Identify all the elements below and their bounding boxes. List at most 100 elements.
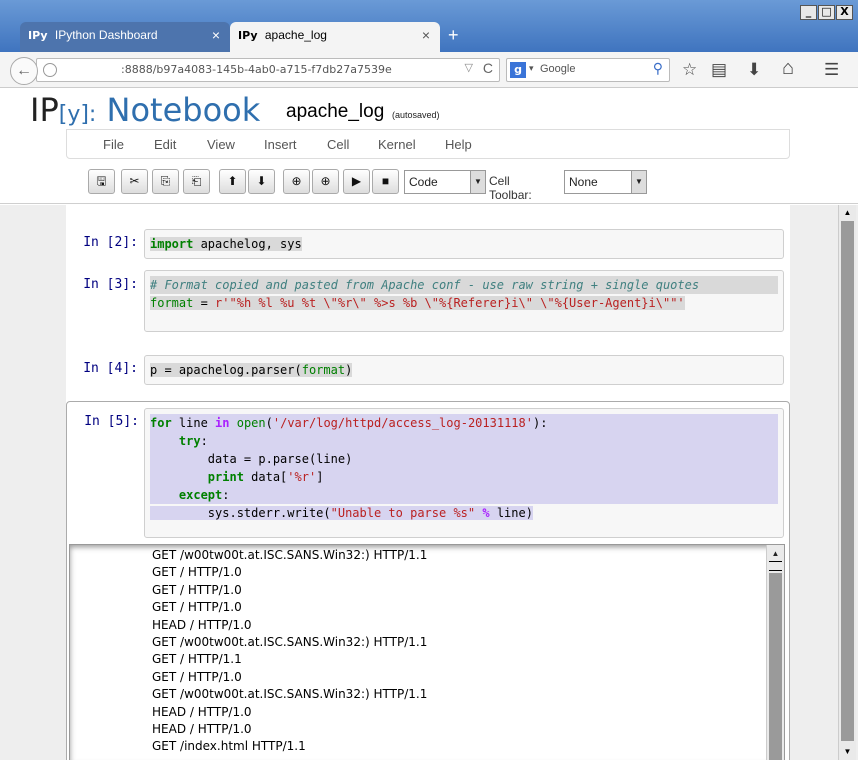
output-line: HEAD / HTTP/1.0: [152, 722, 252, 737]
code-cell[interactable]: In [2]: import apachelog, sys: [66, 215, 790, 259]
menu-insert[interactable]: Insert: [264, 137, 297, 152]
code-token: line: [171, 416, 216, 430]
close-tab-icon[interactable]: ×: [422, 22, 430, 48]
code-token: %: [482, 506, 490, 520]
new-tab-button[interactable]: +: [448, 22, 468, 48]
code-token: import: [150, 237, 194, 251]
ipython-favicon-icon: IPy: [238, 29, 258, 42]
search-icon[interactable]: ⚲: [653, 60, 663, 77]
code-token: (: [265, 416, 273, 430]
page-scrollbar[interactable]: ▲ ▼: [838, 205, 856, 760]
tab-apache-log[interactable]: IPy apache_log ×: [230, 22, 440, 52]
code-token: sys.stderr.write(: [207, 506, 331, 520]
logo-ip: IP: [30, 91, 59, 129]
bookmark-star-icon[interactable]: ☆: [682, 60, 697, 80]
url-text[interactable]: :8888/b97a4083-145b-4ab0-a715-f7db27a753…: [121, 63, 392, 76]
move-cell-up-button[interactable]: ⬆: [219, 169, 246, 194]
chevron-down-icon[interactable]: ▼: [470, 171, 485, 193]
output-line: GET / HTTP/1.0: [152, 565, 242, 580]
copy-button[interactable]: ⎘: [152, 169, 179, 194]
code-string: r'"%h %l %u %t \"%r\" %>s %b \"%{Referer…: [215, 296, 685, 310]
output-area[interactable]: GET /w00tw00t.at.ISC.SANS.Win32:) HTTP/1…: [69, 544, 785, 760]
search-input[interactable]: g ▾ Google ⚲: [506, 58, 670, 82]
page-scrollbar-thumb[interactable]: [841, 221, 854, 741]
insert-cell-below-button[interactable]: ⊕: [312, 169, 339, 194]
input-prompt: In [3]:: [83, 277, 138, 292]
code-token: ]: [316, 470, 324, 484]
code-comment: # Format copied and pasted from Apache c…: [150, 278, 700, 292]
input-prompt: In [2]:: [83, 235, 138, 250]
notebook-body: In [2]: import apachelog, sys In [3]: # …: [0, 205, 858, 760]
run-cell-button[interactable]: ▶: [343, 169, 370, 194]
selected-code-cell[interactable]: In [5]: for line in open('/var/log/httpd…: [66, 401, 790, 760]
code-input[interactable]: import apachelog, sys: [144, 229, 784, 259]
ipython-notebook-logo[interactable]: IP[y]: Notebook: [30, 91, 260, 129]
code-input[interactable]: # Format copied and pasted from Apache c…: [144, 270, 784, 332]
interrupt-kernel-button[interactable]: ■: [372, 169, 399, 194]
code-token: :: [200, 434, 208, 448]
save-button[interactable]: 🖫: [88, 169, 115, 194]
code-token: format: [301, 363, 346, 377]
url-bar[interactable]: :8888/b97a4083-145b-4ab0-a715-f7db27a753…: [36, 58, 500, 82]
google-icon[interactable]: g: [510, 62, 526, 78]
output-line: GET /w00tw00t.at.ISC.SANS.Win32:) HTTP/1…: [152, 548, 428, 562]
code-token: open: [236, 416, 266, 430]
scroll-up-icon[interactable]: ▲: [841, 206, 854, 220]
code-token: =: [193, 296, 216, 310]
code-cell[interactable]: In [4]: p = apachelog.parser(format): [66, 345, 790, 385]
paste-button[interactable]: ⎗: [183, 169, 210, 194]
cut-button[interactable]: ✂: [121, 169, 148, 194]
ipython-favicon-icon: IPy: [28, 29, 48, 42]
menu-kernel[interactable]: Kernel: [378, 137, 416, 152]
code-token: print: [207, 470, 244, 484]
output-line: GET /w00tw00t.at.ISC.SANS.Win32:) HTTP/1…: [152, 635, 428, 650]
notebook-name[interactable]: apache_log: [286, 101, 384, 123]
code-token: try: [178, 434, 201, 448]
cell-type-select[interactable]: Code ▼: [404, 170, 486, 194]
code-cell[interactable]: In [3]: # Format copied and pasted from …: [66, 265, 790, 335]
cell-toolbar-label: Cell Toolbar:: [489, 174, 532, 202]
menu-edit[interactable]: Edit: [154, 137, 176, 152]
output-line: HEAD / HTTP/1.0: [152, 617, 252, 632]
close-window-button[interactable]: X: [836, 5, 853, 20]
code-token: except: [178, 488, 223, 502]
menu-file[interactable]: File: [103, 137, 124, 152]
code-token: data[: [243, 470, 288, 484]
bookmarks-icon[interactable]: ▤: [711, 60, 727, 80]
back-button[interactable]: ←: [10, 57, 38, 85]
chevron-down-icon[interactable]: ▼: [631, 171, 646, 193]
output-line: GET /w00tw00t.at.ISC.SANS.Win32:) HTTP/1…: [152, 687, 428, 702]
globe-icon: [43, 63, 57, 77]
cell-toolbar-select[interactable]: None ▼: [564, 170, 647, 194]
scroll-up-icon[interactable]: ▲: [769, 547, 782, 561]
close-tab-icon[interactable]: ×: [212, 22, 220, 48]
code-input[interactable]: p = apachelog.parser(format): [144, 355, 784, 385]
maximize-button[interactable]: □: [818, 5, 835, 20]
code-input[interactable]: for line in open('/var/log/httpd/access_…: [144, 408, 784, 538]
menu-help[interactable]: Help: [445, 137, 472, 152]
move-cell-down-button[interactable]: ⬇: [248, 169, 275, 194]
code-token: ):: [532, 416, 548, 430]
insert-cell-above-button[interactable]: ⊕: [283, 169, 310, 194]
home-icon[interactable]: ⌂: [782, 57, 794, 80]
scroll-grip[interactable]: [769, 561, 782, 571]
menu-cell[interactable]: Cell: [327, 137, 349, 152]
search-engine-dropdown-icon[interactable]: ▾: [529, 63, 534, 74]
code-token: line): [489, 506, 533, 520]
code-token: ): [345, 363, 353, 377]
notebook-header: IP[y]: Notebook apache_log (autosaved) F…: [0, 89, 858, 204]
menu-view[interactable]: View: [207, 137, 235, 152]
cell-toolbar-value: None: [569, 175, 598, 189]
url-dropdown-icon[interactable]: ▽: [465, 61, 473, 74]
cell-type-value: Code: [409, 175, 438, 189]
menu-icon[interactable]: ☰: [824, 60, 839, 80]
download-icon[interactable]: ⬇: [747, 60, 761, 80]
output-text: GET /w00tw00t.at.ISC.SANS.Win32:) HTTP/1…: [152, 547, 427, 756]
tab-ipython-dashboard[interactable]: IPy IPython Dashboard ×: [20, 22, 230, 52]
scroll-down-icon[interactable]: ▼: [841, 745, 854, 759]
minimize-button[interactable]: _: [800, 5, 817, 20]
output-scrollbar-track[interactable]: [769, 573, 782, 760]
reload-icon[interactable]: C: [483, 60, 493, 76]
output-scrollbar[interactable]: ▲: [766, 545, 784, 760]
